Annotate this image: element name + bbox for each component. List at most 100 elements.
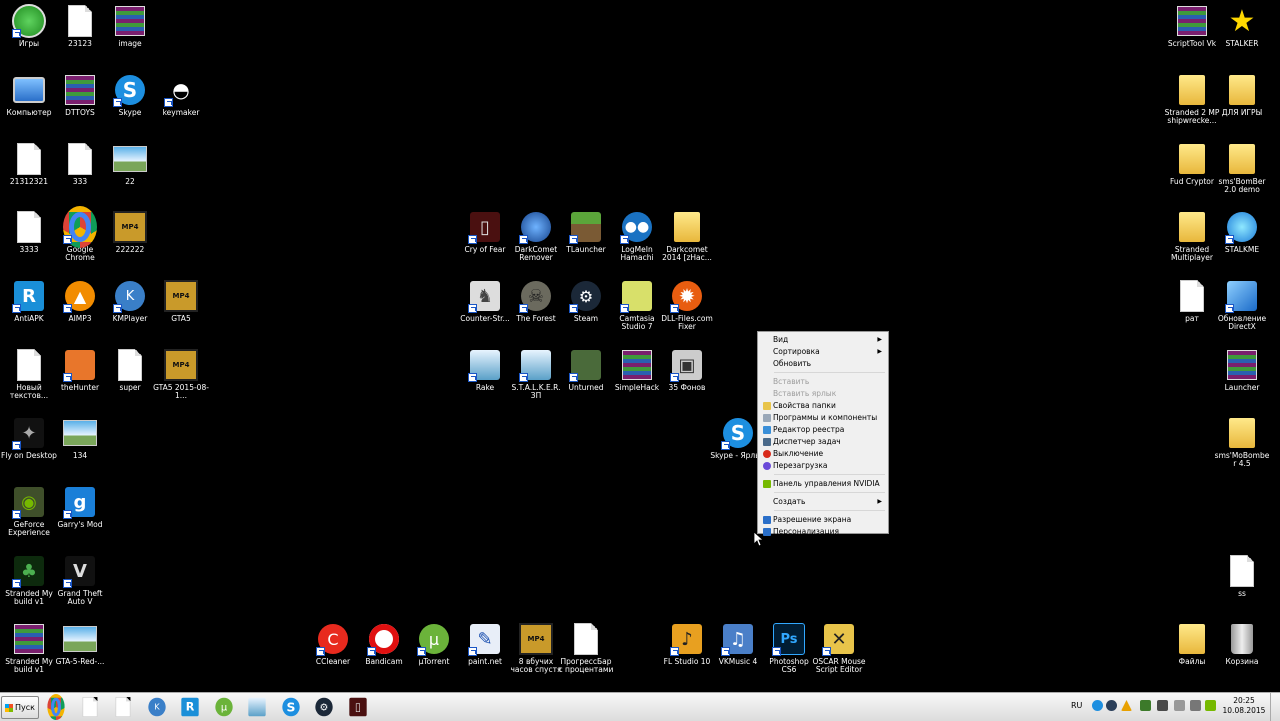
menu-item-2[interactable]: Обновить <box>760 358 886 369</box>
desktop-icon-geforce[interactable]: ◉ GeForce Experience <box>3 485 55 537</box>
desktop-icon-gta5b[interactable]: MP4 GTA5 2015-08-1... <box>153 348 209 400</box>
desktop-icon-f23123[interactable]: 23123 <box>54 4 106 48</box>
tray-flag-icon[interactable] <box>1174 700 1185 711</box>
desktop-icon-fonov35[interactable]: ▣ 35 Фонов <box>661 348 713 392</box>
tray-monitor-icon[interactable] <box>1157 700 1168 711</box>
desktop-icon-super[interactable]: super <box>104 348 156 392</box>
desktop-icon-computer[interactable]: Компьютер <box>3 73 55 117</box>
tray-warning-icon[interactable] <box>1121 700 1132 711</box>
desktop-icon-stalkme[interactable]: STALKME <box>1216 210 1268 254</box>
desktop-icon-dlyaigry[interactable]: ДЛЯ ИГРЫ <box>1216 73 1268 117</box>
menu-item-1[interactable]: Сортировка ▶ <box>760 346 886 357</box>
menu-item-6[interactable]: Свойства папки <box>760 400 886 411</box>
desktop-icon-strandedmp[interactable]: Stranded Multiplayer <box>1166 210 1218 262</box>
tray-skype-icon[interactable] <box>1092 700 1103 711</box>
desktop-icon-garrysmod[interactable]: g Garry's Mod <box>54 485 106 529</box>
desktop-icon-korzina[interactable]: Корзина <box>1216 622 1268 666</box>
desktop-icon-ss[interactable]: ss <box>1216 554 1268 598</box>
desktop-icon-hamachi[interactable]: ●● LogMeIn Hamachi <box>611 210 663 262</box>
desktop-icon-scripttool[interactable]: ScriptTool Vk <box>1166 4 1218 48</box>
desktop-icon-keymaker[interactable]: ◓ keymaker <box>155 73 207 117</box>
desktop-icon-f222222[interactable]: MP4 222222 <box>104 210 156 254</box>
desktop-icon-utorrent[interactable]: µ µTorrent <box>408 622 460 666</box>
desktop-icon-paintnet[interactable]: ✎ paint.net <box>459 622 511 666</box>
desktop-icon-unturned[interactable]: Unturned <box>560 348 612 392</box>
desktop-icon-flyondesk[interactable]: ✦ Fly on Desktop <box>1 416 57 460</box>
desktop-icon-simplehack[interactable]: SimpleHack <box>611 348 663 392</box>
menu-item-7[interactable]: Программы и компоненты <box>760 412 886 423</box>
desktop-icon-counterstr[interactable]: ♞ Counter-Str... <box>459 279 511 323</box>
desktop-icon-f3333[interactable]: 3333 <box>3 210 55 254</box>
language-indicator[interactable]: RU <box>1071 701 1082 710</box>
desktop-icon-bandicam[interactable]: Bandicam <box>358 622 410 666</box>
desktop-icon-gta5red[interactable]: GTA-5-Red-... <box>54 622 106 666</box>
desktop-icon-dllfiles[interactable]: ✹ DLL-Files.com Fixer <box>661 279 713 331</box>
taskbar-app-skype[interactable]: S <box>277 696 305 718</box>
desktop-icon-rake[interactable]: Rake <box>459 348 511 392</box>
menu-item-13[interactable]: Панель управления NVIDIA <box>760 478 886 489</box>
menu-item-17[interactable]: Разрешение экрана <box>760 514 886 525</box>
desktop-icon-fudcryptor[interactable]: Fud Cryptor <box>1166 142 1218 186</box>
desktop-icon-progressbar[interactable]: ПрогрессБар с процентами <box>559 622 613 674</box>
taskbar-app-explorer[interactable] <box>76 696 104 718</box>
desktop-icon-darkcometr[interactable]: DarkComet Remover <box>510 210 562 262</box>
desktop-icon-photoshop[interactable]: Ps Photoshop CS6 <box>763 622 815 674</box>
desktop-icon-ccleaner[interactable]: C CCleaner <box>307 622 359 666</box>
desktop-icon-vkmusic[interactable]: ♫ VKMusic 4 <box>712 622 764 666</box>
tray-volume-icon[interactable] <box>1190 700 1201 711</box>
taskbar-app-kmplayer[interactable]: K <box>143 696 171 718</box>
menu-item-9[interactable]: Диспетчер задач <box>760 436 886 447</box>
desktop-icon-antiapk[interactable]: R AntiAPK <box>3 279 55 323</box>
desktop-icon-f134[interactable]: 134 <box>54 416 106 460</box>
taskbar-app-game[interactable] <box>243 696 271 718</box>
menu-item-18[interactable]: Персонализация <box>760 526 886 537</box>
taskbar-app-antiapk[interactable]: R <box>176 696 204 718</box>
desktop-icon-dttoys[interactable]: DTTOYS <box>54 73 106 117</box>
taskbar-clock[interactable]: 20:25 10.08.2015 <box>1222 696 1266 716</box>
desktop-icon-igry[interactable]: Игры <box>3 4 55 48</box>
tray-nvidia-icon[interactable] <box>1205 700 1216 711</box>
desktop-icon-aimp3[interactable]: ▲ AIMP3 <box>54 279 106 323</box>
desktop-icon-newtext[interactable]: Новый текстов... <box>3 348 55 400</box>
desktop-icon-darkcomet2014[interactable]: Darkcomet 2014 [zHac... <box>661 210 713 262</box>
taskbar-app-utorrent[interactable]: µ <box>210 696 238 718</box>
desktop-icon-f22[interactable]: 22 <box>104 142 156 186</box>
desktop-icon-skype[interactable]: S Skype <box>104 73 156 117</box>
desktop-icon-smsmobomber[interactable]: sms'MoBomber 4.5 <box>1215 416 1269 468</box>
desktop-icon-stalker3p[interactable]: S.T.A.L.K.E.R. ЗП <box>510 348 562 400</box>
desktop-icon-stranded2mp[interactable]: Stranded 2 MP shipwrecke... <box>1165 73 1219 125</box>
desktop-icon-directx[interactable]: Обновление DirectX <box>1216 279 1268 331</box>
taskbar-app-notes[interactable] <box>109 696 137 718</box>
menu-item-10[interactable]: Выключение <box>760 448 886 459</box>
desktop-icon-chrome[interactable]: Google Chrome <box>54 206 106 262</box>
taskbar-app-steam[interactable]: ⚙ <box>310 696 338 718</box>
desktop-icon-v8obuch[interactable]: MP4 8 вбучих часов спустя <box>510 622 562 674</box>
desktop-icon-stranded1[interactable]: ♣ Stranded My build v1 <box>3 554 55 606</box>
desktop-icon-faily[interactable]: Файлы <box>1166 622 1218 666</box>
menu-item-15[interactable]: Создать ▶ <box>760 496 886 507</box>
desktop-icon-tlauncher[interactable]: TLauncher <box>560 210 612 254</box>
desktop-icon-theforest[interactable]: ☠ The Forest <box>510 279 562 323</box>
desktop-icon-steam[interactable]: ⚙ Steam <box>560 279 612 323</box>
menu-item-0[interactable]: Вид ▶ <box>760 334 886 345</box>
show-desktop-button[interactable] <box>1270 693 1280 721</box>
taskbar-app-cryoffear[interactable]: ▯ <box>344 696 372 718</box>
desktop-icon-camtasia[interactable]: Camtasia Studio 7 <box>611 279 663 331</box>
menu-item-8[interactable]: Редактор реестра <box>760 424 886 435</box>
desktop-icon-cryoffear[interactable]: ▯ Cry of Fear <box>459 210 511 254</box>
desktop-icon-gta5game[interactable]: V Grand Theft Auto V <box>54 554 106 606</box>
desktop-icon-thehunter[interactable]: theHunter <box>54 348 106 392</box>
desktop-icon-stranded2[interactable]: Stranded My build v1 <box>3 622 55 674</box>
taskbar-app-chrome[interactable] <box>42 693 70 721</box>
desktop-icon-smsbomber[interactable]: sms'BomBer 2.0 demo <box>1216 142 1268 194</box>
desktop-icon-image[interactable]: image <box>104 4 156 48</box>
tray-steam-icon[interactable] <box>1106 700 1117 711</box>
menu-item-11[interactable]: Перезагрузка <box>760 460 886 471</box>
desktop-icon-f21312321[interactable]: 21312321 <box>3 142 55 186</box>
desktop-icon-flstudio[interactable]: ♪ FL Studio 10 <box>661 622 713 666</box>
desktop-icon-oscar[interactable]: ✕ OSCAR Mouse Script Editor <box>813 622 865 674</box>
start-button[interactable]: Пуск <box>1 696 39 719</box>
desktop-icon-gta5a[interactable]: MP4 GTA5 <box>155 279 207 323</box>
desktop-icon-rat[interactable]: рат <box>1166 279 1218 323</box>
desktop-icon-kmplayer[interactable]: K KMPlayer <box>104 279 156 323</box>
